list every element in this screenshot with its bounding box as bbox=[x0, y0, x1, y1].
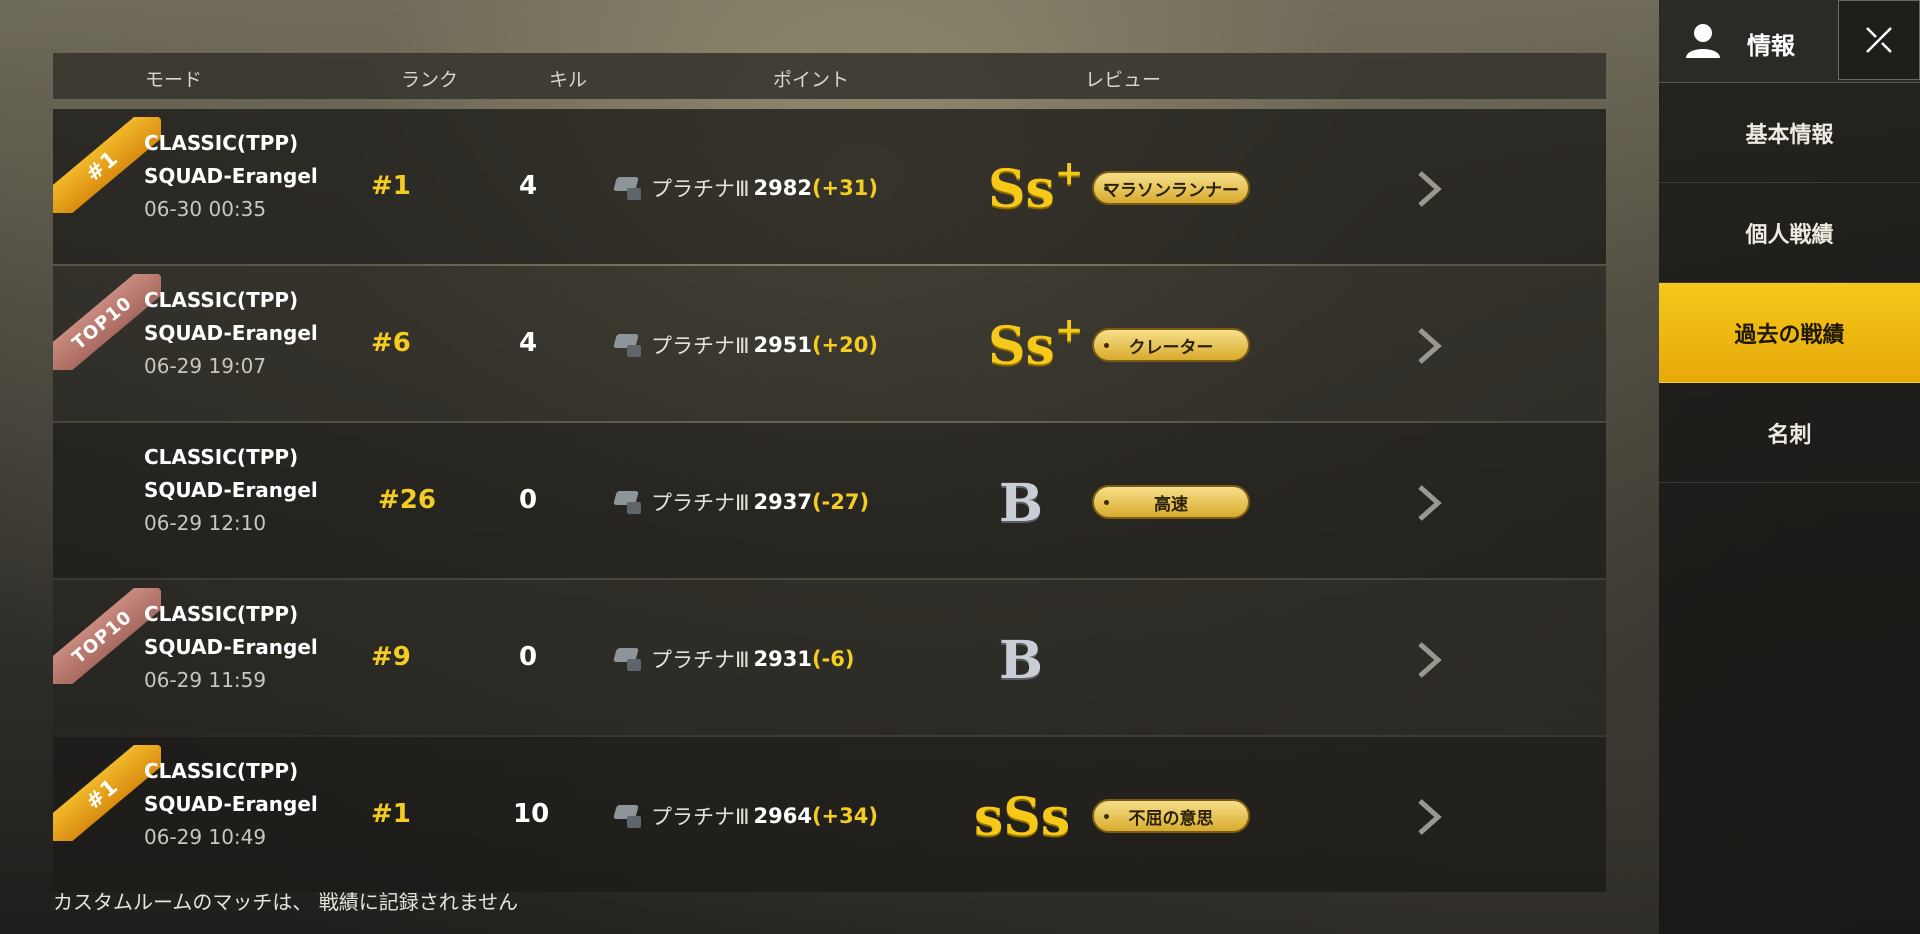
match-points: プラチナⅢ 2937 (-27) bbox=[613, 487, 869, 517]
grade-rating: Ss+ bbox=[988, 153, 1084, 220]
map-name: SQUAD-Erangel bbox=[144, 321, 318, 345]
match-kills: 4 bbox=[519, 171, 538, 201]
mode-name: CLASSIC(TPP) bbox=[144, 759, 299, 783]
sidebar-header: 情報 bbox=[1659, 0, 1920, 83]
grade-rating: sSs bbox=[974, 787, 1071, 848]
match-points: プラチナⅢ 2964 (+34) bbox=[613, 801, 878, 831]
points-delta: (+20) bbox=[811, 333, 878, 357]
platinum-tier-icon bbox=[613, 332, 643, 358]
header-rank: ランク bbox=[401, 69, 459, 91]
grade-rating: B bbox=[999, 473, 1043, 534]
match-row[interactable]: #1 CLASSIC(TPP) SQUAD-Erangel 06-30 00:3… bbox=[53, 109, 1606, 264]
points-delta: (+31) bbox=[811, 176, 878, 200]
match-date: 06-30 00:35 bbox=[144, 197, 267, 221]
nav-item-match-history[interactable]: 過去の戦績 bbox=[1659, 283, 1920, 383]
close-button[interactable] bbox=[1838, 0, 1920, 80]
mode-name: CLASSIC(TPP) bbox=[144, 131, 299, 155]
tier-name: プラチナⅢ bbox=[651, 334, 750, 358]
close-icon bbox=[1866, 27, 1892, 53]
footer-note: カスタムルームのマッチは、 戦績に記録されません bbox=[53, 890, 519, 914]
match-row[interactable]: #1 CLASSIC(TPP) SQUAD-Erangel 06-29 10:4… bbox=[53, 737, 1606, 892]
review-badge: マラソンランナー bbox=[1092, 171, 1250, 205]
tier-name: プラチナⅢ bbox=[651, 805, 750, 829]
match-points: プラチナⅢ 2951 (+20) bbox=[613, 330, 878, 360]
header-mode: モード bbox=[145, 69, 203, 91]
match-mode: CLASSIC(TPP) SQUAD-Erangel 06-29 10:49 bbox=[144, 755, 318, 854]
match-mode: CLASSIC(TPP) SQUAD-Erangel 06-30 00:35 bbox=[144, 127, 318, 226]
chevron-right-icon[interactable] bbox=[1414, 483, 1444, 523]
points-delta: (-6) bbox=[811, 647, 855, 671]
mode-name: CLASSIC(TPP) bbox=[144, 445, 299, 469]
match-history-table: モード ランク キル ポイント レビュー #1 CLASSIC(TPP) SQU… bbox=[53, 53, 1606, 892]
match-row[interactable]: CLASSIC(TPP) SQUAD-Erangel 06-29 12:10 #… bbox=[53, 423, 1606, 578]
match-kills: 0 bbox=[519, 642, 538, 672]
review-badge: 不屈の意思 bbox=[1092, 799, 1250, 833]
grade-rating: Ss+ bbox=[988, 310, 1084, 377]
header-review: レビュー bbox=[1085, 69, 1162, 91]
match-kills: 4 bbox=[519, 328, 538, 358]
map-name: SQUAD-Erangel bbox=[144, 635, 318, 659]
match-rank: #6 bbox=[371, 328, 411, 358]
points-delta: (-27) bbox=[811, 490, 870, 514]
platinum-tier-icon bbox=[613, 175, 643, 201]
match-row[interactable]: TOP10 CLASSIC(TPP) SQUAD-Erangel 06-29 1… bbox=[53, 266, 1606, 421]
review-badge: 高速 bbox=[1092, 485, 1250, 519]
tier-name: プラチナⅢ bbox=[651, 648, 750, 672]
user-icon bbox=[1686, 24, 1720, 58]
match-row[interactable]: TOP10 CLASSIC(TPP) SQUAD-Erangel 06-29 1… bbox=[53, 580, 1606, 735]
platinum-tier-icon bbox=[613, 803, 643, 829]
mode-name: CLASSIC(TPP) bbox=[144, 288, 299, 312]
match-points: プラチナⅢ 2982 (+31) bbox=[613, 173, 878, 203]
tier-name: プラチナⅢ bbox=[651, 177, 750, 201]
points-value: 2964 bbox=[753, 804, 812, 828]
chevron-right-icon[interactable] bbox=[1414, 797, 1444, 837]
grade-rating: B bbox=[999, 630, 1043, 691]
points-delta: (+34) bbox=[811, 804, 878, 828]
points-value: 2982 bbox=[753, 176, 812, 200]
platinum-tier-icon bbox=[613, 489, 643, 515]
match-date: 06-29 11:59 bbox=[144, 668, 267, 692]
map-name: SQUAD-Erangel bbox=[144, 792, 318, 816]
mode-name: CLASSIC(TPP) bbox=[144, 602, 299, 626]
header-points: ポイント bbox=[773, 69, 850, 91]
match-rank: #1 bbox=[371, 171, 411, 201]
map-name: SQUAD-Erangel bbox=[144, 164, 318, 188]
sidebar-title: 情報 bbox=[1747, 32, 1795, 60]
match-points: プラチナⅢ 2931 (-6) bbox=[613, 644, 854, 674]
points-value: 2951 bbox=[753, 333, 812, 357]
sidebar: 情報 基本情報 個人戦績 過去の戦績 名刺 bbox=[1659, 0, 1920, 934]
map-name: SQUAD-Erangel bbox=[144, 478, 318, 502]
review-badge: クレーター bbox=[1092, 328, 1250, 362]
match-rank: #9 bbox=[371, 642, 411, 672]
chevron-right-icon[interactable] bbox=[1414, 169, 1444, 209]
match-rank: #1 bbox=[371, 799, 411, 829]
match-date: 06-29 12:10 bbox=[144, 511, 267, 535]
match-kills: 0 bbox=[519, 485, 538, 515]
match-kills: 10 bbox=[513, 799, 550, 829]
match-mode: CLASSIC(TPP) SQUAD-Erangel 06-29 19:07 bbox=[144, 284, 318, 383]
match-mode: CLASSIC(TPP) SQUAD-Erangel 06-29 12:10 bbox=[144, 441, 318, 540]
match-date: 06-29 10:49 bbox=[144, 825, 267, 849]
platinum-tier-icon bbox=[613, 646, 643, 672]
nav-item-name-card[interactable]: 名刺 bbox=[1659, 383, 1920, 483]
nav-item-personal-stats[interactable]: 個人戦績 bbox=[1659, 183, 1920, 283]
match-date: 06-29 19:07 bbox=[144, 354, 267, 378]
points-value: 2937 bbox=[753, 490, 812, 514]
match-mode: CLASSIC(TPP) SQUAD-Erangel 06-29 11:59 bbox=[144, 598, 318, 697]
table-header: モード ランク キル ポイント レビュー bbox=[53, 53, 1606, 99]
points-value: 2931 bbox=[753, 647, 812, 671]
chevron-right-icon[interactable] bbox=[1414, 640, 1444, 680]
tier-name: プラチナⅢ bbox=[651, 491, 750, 515]
header-kill: キル bbox=[549, 69, 588, 91]
nav-item-basic-info[interactable]: 基本情報 bbox=[1659, 83, 1920, 183]
match-rank: #26 bbox=[378, 485, 436, 515]
chevron-right-icon[interactable] bbox=[1414, 326, 1444, 366]
